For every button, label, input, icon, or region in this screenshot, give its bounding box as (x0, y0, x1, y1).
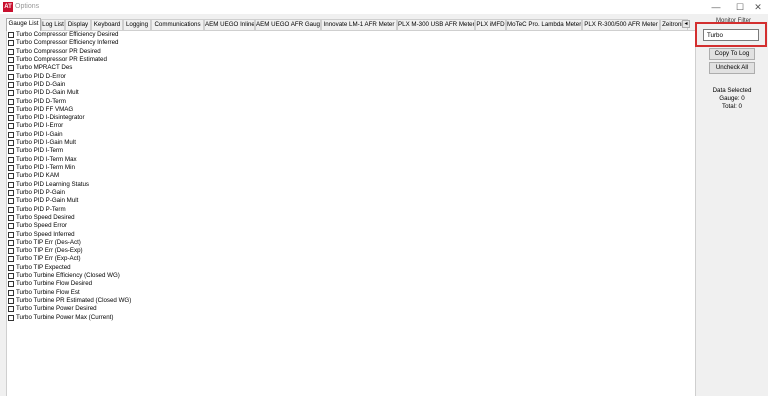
close-button[interactable]: ✕ (746, 0, 768, 14)
tab-motec-lambda[interactable]: MoTeC Pro. Lambda Meter (506, 19, 582, 30)
list-item-label: Turbo PID P-Gain (16, 188, 65, 196)
list-item-label: Turbo PID FF VMAG (16, 105, 74, 113)
list-item-label: Turbo Speed Desired (16, 213, 75, 221)
checkbox[interactable] (8, 273, 14, 280)
checkbox[interactable] (8, 32, 14, 38)
tab-plx-imfd[interactable]: PLX iMFD (475, 19, 506, 30)
tab-aem-uego-afr-gauge[interactable]: AEM UEGO AFR Gauge (255, 19, 321, 30)
checkbox[interactable] (8, 140, 14, 147)
checkbox[interactable] (8, 289, 14, 296)
tab-keyboard[interactable]: Keyboard (91, 19, 123, 30)
checkbox[interactable] (8, 214, 14, 221)
list-item-label: Turbo Turbine Flow Est (16, 288, 80, 296)
list-item-label: Turbo Turbine Flow Desired (16, 280, 93, 288)
monitor-filter-input[interactable] (703, 29, 759, 41)
checkbox[interactable] (8, 165, 14, 171)
checkbox[interactable] (8, 106, 14, 113)
checkbox[interactable] (8, 156, 14, 163)
total-count: Total: 0 (722, 103, 742, 110)
list-item-label: Turbo Speed Inferred (16, 230, 75, 238)
checkbox[interactable] (8, 181, 14, 188)
checkbox[interactable] (8, 189, 14, 196)
tab-plx-m300[interactable]: PLX M-300 USB AFR Meter (397, 19, 475, 30)
list-item-label: Turbo PID I-Error (16, 122, 64, 130)
tab-strip: Gauge List Log List Display Keyboard Log… (6, 18, 696, 31)
checkbox[interactable] (8, 206, 14, 213)
checkbox[interactable] (8, 148, 14, 155)
checkbox[interactable] (8, 223, 14, 230)
list-item-label: Turbo PID I-Disintegrator (16, 114, 85, 122)
tab-logging[interactable]: Logging (123, 19, 151, 30)
list-item-label: Turbo PID P-Gain Mult (16, 197, 79, 205)
checkbox[interactable] (8, 248, 14, 255)
tab-gauge-list[interactable]: Gauge List (6, 18, 41, 31)
list-item-label: Turbo PID D-Gain (16, 80, 66, 88)
gauge-count: Gauge: 0 (719, 95, 745, 102)
checkbox[interactable] (8, 98, 14, 105)
checkbox[interactable] (8, 131, 14, 138)
list-item-label: Turbo PID KAM (16, 172, 60, 180)
copy-to-log-button[interactable]: Copy To Log (709, 48, 755, 60)
list-item-label: Turbo PID I-Gain Mult (16, 139, 76, 147)
tab-log-list[interactable]: Log List (41, 19, 65, 30)
checkbox[interactable] (8, 65, 14, 72)
list-item-label: Turbo Turbine Power Max (Current) (16, 313, 114, 321)
checkbox[interactable] (8, 48, 14, 55)
checkbox[interactable] (8, 314, 14, 321)
list-item-label: Turbo TIP Err (Exp-Act) (16, 255, 81, 263)
list-item-label: Turbo PID I-Term Min (16, 164, 75, 171)
list-item-label: Turbo TIP Err (Des-Exp) (16, 247, 83, 255)
tab-aem-uego-inline[interactable]: AEM UEGO Inline (204, 19, 255, 30)
list-item-label: Turbo Turbine PR Estimated (Closed WG) (16, 297, 132, 304)
list-item-label: Turbo PID I-Gain (16, 130, 63, 138)
title-bar: AT Options — ☐ ✕ (0, 0, 768, 14)
list-item-label: Turbo Compressor PR Estimated (16, 55, 107, 63)
list-item-label: Turbo MPRACT Des (16, 64, 73, 72)
list-item-label: Turbo Turbine Efficiency (Closed WG) (16, 272, 120, 280)
checkbox[interactable] (8, 90, 14, 97)
list-item-label: Turbo PID D-Term (16, 97, 66, 105)
checkbox[interactable] (8, 281, 14, 288)
list-item-label: Turbo PID I-Term Max (16, 155, 77, 163)
checkbox[interactable] (8, 256, 14, 263)
list-item-label: Turbo PID P-Term (16, 205, 66, 213)
tab-display[interactable]: Display (65, 19, 91, 30)
list-item-label: Turbo PID D-Gain Mult (16, 89, 79, 97)
checkbox[interactable] (8, 40, 14, 47)
minimize-button[interactable]: — (704, 0, 728, 14)
uncheck-all-button[interactable]: Uncheck All (709, 62, 755, 74)
list-item-label: Turbo Compressor Efficiency Desired (16, 31, 119, 38)
checkbox[interactable] (8, 173, 14, 180)
checkbox[interactable] (8, 239, 14, 246)
list-item-label: Turbo PID D-Error (16, 72, 66, 80)
list-item-label: Turbo Compressor Efficiency Inferred (16, 39, 119, 47)
checkbox[interactable] (8, 123, 14, 130)
checkbox[interactable] (8, 298, 14, 304)
list-item-label: Turbo PID I-Term (16, 147, 64, 155)
list-item-label: Turbo Speed Error (16, 222, 68, 230)
list-item-label: Turbo Compressor PR Desired (16, 47, 101, 55)
tab-innovate-lm1[interactable]: Innovate LM-1 AFR Meter (321, 19, 397, 30)
app-logo-icon: AT (3, 2, 13, 12)
list-item-label: Turbo Turbine Power Desired (16, 305, 97, 313)
checkbox[interactable] (8, 306, 14, 313)
checkbox[interactable] (8, 73, 14, 80)
checkbox[interactable] (8, 264, 14, 271)
checkbox[interactable] (8, 198, 14, 205)
gauge-list-panel (6, 30, 696, 396)
tab-communications[interactable]: Communications (151, 19, 204, 30)
checkbox[interactable] (8, 81, 14, 88)
checkbox[interactable] (8, 115, 14, 122)
checkbox[interactable] (8, 231, 14, 238)
window-title: Options (15, 3, 40, 10)
list-item-label: Turbo PID Learning Status (16, 180, 90, 188)
tab-scroll-left-icon[interactable]: ◂ (682, 20, 690, 28)
list-item-label: Turbo TIP Err (Des-Act) (16, 238, 81, 246)
checkbox[interactable] (8, 56, 14, 63)
data-selected-label: Data Selected (712, 87, 752, 94)
list-item-label: Turbo TIP Expected (16, 263, 71, 271)
tab-plx-r300[interactable]: PLX R-300/500 AFR Meter (582, 19, 660, 30)
